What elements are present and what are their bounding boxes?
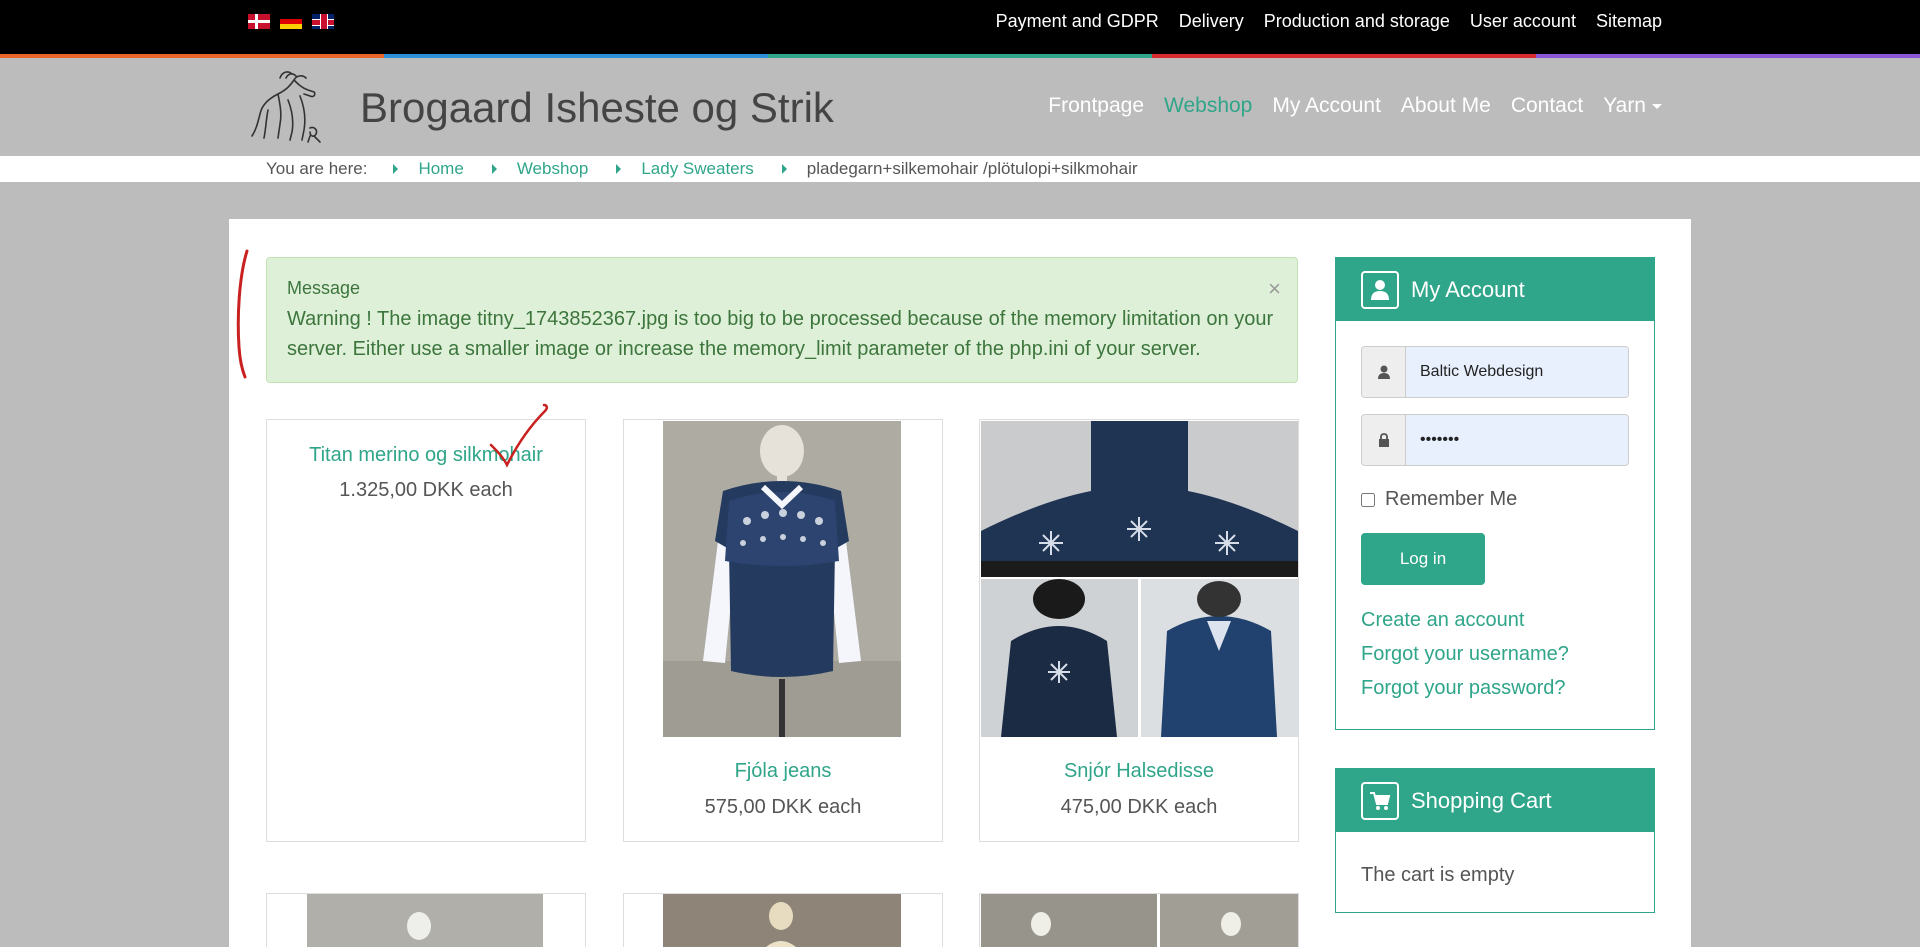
product-card	[623, 893, 943, 947]
product-image[interactable]	[307, 894, 543, 947]
cart-icon	[1361, 781, 1399, 820]
lock-icon	[1362, 415, 1406, 465]
site-title[interactable]: Brogaard Isheste og Strik	[360, 84, 834, 132]
caret-right-icon	[616, 164, 622, 174]
module-header: My Account	[1336, 258, 1654, 321]
alert-text: Warning ! The image titny_1743852367.jpg…	[287, 308, 1274, 360]
top-bar: Payment and GDPR Delivery Production and…	[0, 0, 1920, 55]
top-link-sitemap[interactable]: Sitemap	[1596, 11, 1662, 32]
product-image-neckwarmer[interactable]	[981, 421, 1298, 737]
breadcrumb-current: pladegarn+silkemohair /plötulopi+silkmoh…	[806, 159, 1138, 178]
remember-checkbox[interactable]	[1361, 492, 1375, 507]
warning-message: Message Warning ! The image titny_174385…	[266, 257, 1298, 383]
breadcrumb-item: pladegarn+silkemohair /plötulopi+silkmoh…	[781, 159, 1138, 179]
product-image[interactable]	[663, 894, 901, 947]
breadcrumb-label: You are here:	[266, 159, 368, 178]
caret-right-icon	[491, 164, 497, 174]
alert-title: Message	[287, 278, 361, 298]
module-title: Shopping Cart	[1411, 787, 1552, 813]
breadcrumb-item: Webshop	[491, 159, 589, 179]
nav-yarn-label: Yarn	[1603, 94, 1646, 117]
password-group	[1361, 414, 1629, 466]
module-title: My Account	[1411, 276, 1525, 302]
product-card: Fjóla jeans 575,00 DKK each	[623, 419, 943, 842]
nav-contact[interactable]: Contact	[1511, 94, 1583, 118]
nav-frontpage[interactable]: Frontpage	[1048, 94, 1144, 118]
product-price: 1.325,00 DKK each	[339, 479, 513, 501]
nav-about-me[interactable]: About Me	[1401, 94, 1491, 118]
de-flag-icon[interactable]	[280, 14, 302, 29]
top-link-user-account[interactable]: User account	[1470, 11, 1576, 32]
product-card: Titan merino og silkmohair 1.325,00 DKK …	[266, 419, 586, 842]
product-title[interactable]: Snjór Halsedisse	[980, 760, 1298, 783]
caret-right-icon	[781, 164, 787, 174]
account-links: Create an account Forgot your username? …	[1361, 603, 1569, 705]
user-icon	[1362, 347, 1406, 397]
caret-right-icon	[393, 164, 399, 174]
product-title[interactable]: Titan merino og silkmohair	[267, 444, 585, 467]
language-switcher	[248, 14, 334, 29]
main-content: Message Warning ! The image titny_174385…	[229, 219, 1691, 947]
forgot-password-link[interactable]: Forgot your password?	[1361, 671, 1569, 705]
breadcrumb-item: Lady Sweaters	[616, 159, 754, 179]
uk-flag-icon[interactable]	[312, 14, 334, 29]
top-link-delivery[interactable]: Delivery	[1179, 11, 1244, 32]
remember-label: Remember Me	[1385, 488, 1518, 510]
breadcrumb: You are here: Home Webshop Lady Sweaters…	[0, 156, 1920, 182]
breadcrumb-webshop[interactable]: Webshop	[517, 159, 589, 179]
module-header: Shopping Cart	[1336, 769, 1654, 832]
dk-flag-icon[interactable]	[248, 14, 270, 29]
top-link-production[interactable]: Production and storage	[1264, 11, 1450, 32]
horse-logo-icon[interactable]	[248, 70, 332, 146]
nav-webshop[interactable]: Webshop	[1164, 94, 1252, 118]
product-card	[266, 893, 586, 947]
product-card	[979, 893, 1299, 947]
user-icon	[1361, 270, 1399, 309]
site-header: Brogaard Isheste og Strik Frontpage Webs…	[0, 58, 1920, 156]
red-bracket-annotation	[236, 249, 249, 379]
nav-yarn-dropdown[interactable]: Yarn	[1603, 94, 1662, 118]
login-button[interactable]: Log in	[1361, 533, 1485, 585]
breadcrumb-lady-sweaters[interactable]: Lady Sweaters	[641, 159, 753, 179]
breadcrumb-home[interactable]: Home	[418, 159, 463, 179]
cart-status: The cart is empty	[1361, 864, 1515, 886]
close-icon[interactable]: ×	[1268, 276, 1281, 302]
top-links: Payment and GDPR Delivery Production and…	[996, 11, 1662, 32]
password-input[interactable]	[1406, 415, 1628, 465]
product-price: 575,00 DKK each	[704, 796, 862, 818]
login-module: My Account Remember Me Log in Create an …	[1335, 257, 1655, 730]
breadcrumb-item: Home	[393, 159, 464, 179]
username-input[interactable]	[1406, 347, 1628, 397]
remember-me[interactable]: Remember Me	[1361, 488, 1517, 511]
product-card: Snjór Halsedisse 475,00 DKK each	[979, 419, 1299, 842]
forgot-username-link[interactable]: Forgot your username?	[1361, 637, 1569, 671]
username-group	[1361, 346, 1629, 398]
product-image[interactable]	[981, 894, 1298, 947]
product-price: 475,00 DKK each	[1060, 796, 1218, 818]
top-link-payment[interactable]: Payment and GDPR	[996, 11, 1159, 32]
nav-my-account[interactable]: My Account	[1272, 94, 1381, 118]
main-nav: Frontpage Webshop My Account About Me Co…	[1048, 94, 1662, 118]
product-title[interactable]: Fjóla jeans	[624, 760, 942, 783]
cart-module: Shopping Cart The cart is empty	[1335, 768, 1655, 913]
product-image-sweater[interactable]	[663, 421, 901, 737]
caret-down-icon	[1652, 103, 1662, 109]
create-account-link[interactable]: Create an account	[1361, 603, 1569, 637]
